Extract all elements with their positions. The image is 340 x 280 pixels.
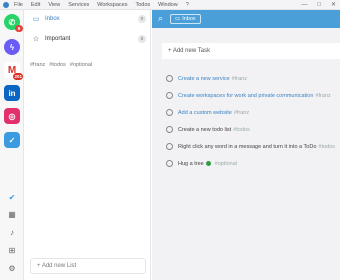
- task-text: Right click any word in a message and tu…: [178, 143, 317, 150]
- task-item[interactable]: Create a new todo list #todos: [162, 123, 340, 136]
- menu-items: File Edit View Services Workspaces Todos…: [14, 0, 189, 10]
- star-icon: ☆: [32, 36, 40, 43]
- menu-todos[interactable]: Todos: [135, 0, 150, 10]
- task-tag[interactable]: #franz: [232, 76, 247, 82]
- whatsapp-glyph: ✆: [8, 17, 16, 27]
- unread-badge: 6: [15, 25, 23, 32]
- menu-bar: File Edit View Services Workspaces Todos…: [0, 0, 340, 10]
- window-controls: — □ ✕: [301, 0, 336, 10]
- search-icon: ⌕: [158, 13, 164, 23]
- maximize-button[interactable]: □: [317, 0, 321, 10]
- task-checkbox[interactable]: [166, 126, 173, 133]
- gear-icon[interactable]: ⚙: [7, 264, 17, 274]
- tasks-panel: ⌕ ▭ Inbox + Add new Task Create a new se…: [152, 10, 340, 280]
- add-list-input[interactable]: + Add new List: [30, 258, 146, 274]
- menu-view[interactable]: View: [48, 0, 60, 10]
- task-text: Create a new service: [178, 75, 230, 82]
- add-service-icon[interactable]: ⊞: [7, 246, 17, 256]
- task-item[interactable]: Create a new service #franz: [162, 72, 340, 85]
- todo-icon[interactable]: ✓: [4, 132, 20, 148]
- tree-emoji-icon: [205, 161, 211, 166]
- task-tag[interactable]: #franz: [315, 93, 330, 99]
- task-tag[interactable]: #franz: [234, 110, 249, 116]
- task-text: Create a new todo list: [178, 126, 232, 133]
- task-item[interactable]: Hug a tree #optional: [162, 157, 340, 170]
- task-checkbox[interactable]: [166, 92, 173, 99]
- menu-workspaces[interactable]: Workspaces: [97, 0, 127, 10]
- search-filter-label: Inbox: [182, 16, 196, 22]
- task-item[interactable]: Add a custom website #franz: [162, 106, 340, 119]
- task-item[interactable]: Create workspaces for work and private c…: [162, 89, 340, 102]
- messenger-glyph: ϟ: [9, 42, 15, 52]
- menu-services[interactable]: Services: [68, 0, 89, 10]
- menu-file[interactable]: File: [14, 0, 23, 10]
- task-checkbox[interactable]: [166, 143, 173, 150]
- tag-todos[interactable]: #todos: [49, 62, 66, 68]
- inbox-pill-icon: ▭: [175, 16, 181, 22]
- minimize-button[interactable]: —: [301, 0, 307, 10]
- task-text: Add a custom website: [178, 109, 232, 116]
- unread-badge: 201: [13, 73, 23, 80]
- workspaces-icon[interactable]: ▦: [7, 210, 17, 220]
- tag-optional[interactable]: #optional: [70, 62, 92, 68]
- task-tag[interactable]: #optional: [215, 161, 237, 167]
- checkmark-icon[interactable]: ✔: [7, 193, 17, 203]
- task-item[interactable]: Right click any word in a message and tu…: [162, 140, 340, 153]
- instagram-icon[interactable]: ◎: [4, 108, 20, 124]
- close-button[interactable]: ✕: [331, 0, 336, 10]
- task-checkbox[interactable]: [166, 160, 173, 167]
- add-task-input[interactable]: + Add new Task: [162, 43, 340, 59]
- menu-help[interactable]: ?: [186, 0, 189, 10]
- list-important-label: Important: [45, 36, 71, 42]
- instagram-glyph: ◎: [8, 111, 16, 121]
- list-inbox-count: 0: [138, 15, 146, 23]
- app-logo: [3, 2, 9, 8]
- linkedin-glyph: in: [8, 88, 16, 98]
- task-text: Hug a tree: [178, 160, 204, 167]
- list-inbox-label: Inbox: [45, 16, 60, 22]
- lists-panel: ▭ Inbox 0 ☆ Important 0 #franz #todos #o…: [24, 10, 151, 280]
- todo-glyph: ✓: [8, 135, 16, 145]
- search-filter-pill[interactable]: ▭ Inbox: [170, 14, 201, 24]
- search-bar[interactable]: ⌕ ▭ Inbox: [152, 10, 340, 28]
- list-important-count: 0: [138, 35, 146, 43]
- services-sidebar: ✆ 6 ϟ M 201 in ◎ ✓ ✔ ▦ ♪ ⊞ ⚙: [0, 10, 24, 280]
- gmail-icon[interactable]: M 201: [4, 62, 23, 80]
- menu-edit[interactable]: Edit: [31, 0, 40, 10]
- tag-list: #franz #todos #optional: [30, 62, 92, 68]
- task-checkbox[interactable]: [166, 109, 173, 116]
- inbox-icon: ▭: [32, 16, 40, 23]
- bell-icon[interactable]: ♪: [7, 228, 17, 238]
- list-inbox[interactable]: ▭ Inbox 0: [24, 10, 151, 28]
- task-text: Create workspaces for work and private c…: [178, 92, 314, 99]
- list-important[interactable]: ☆ Important 0: [24, 30, 151, 48]
- whatsapp-icon[interactable]: ✆ 6: [4, 14, 23, 32]
- linkedin-icon[interactable]: in: [4, 85, 20, 101]
- menu-window[interactable]: Window: [158, 0, 178, 10]
- task-checkbox[interactable]: [166, 75, 173, 82]
- messenger-icon[interactable]: ϟ: [4, 39, 20, 55]
- task-tag[interactable]: #todos: [233, 127, 250, 133]
- tag-franz[interactable]: #franz: [30, 62, 45, 68]
- task-tag[interactable]: #todos: [318, 144, 335, 150]
